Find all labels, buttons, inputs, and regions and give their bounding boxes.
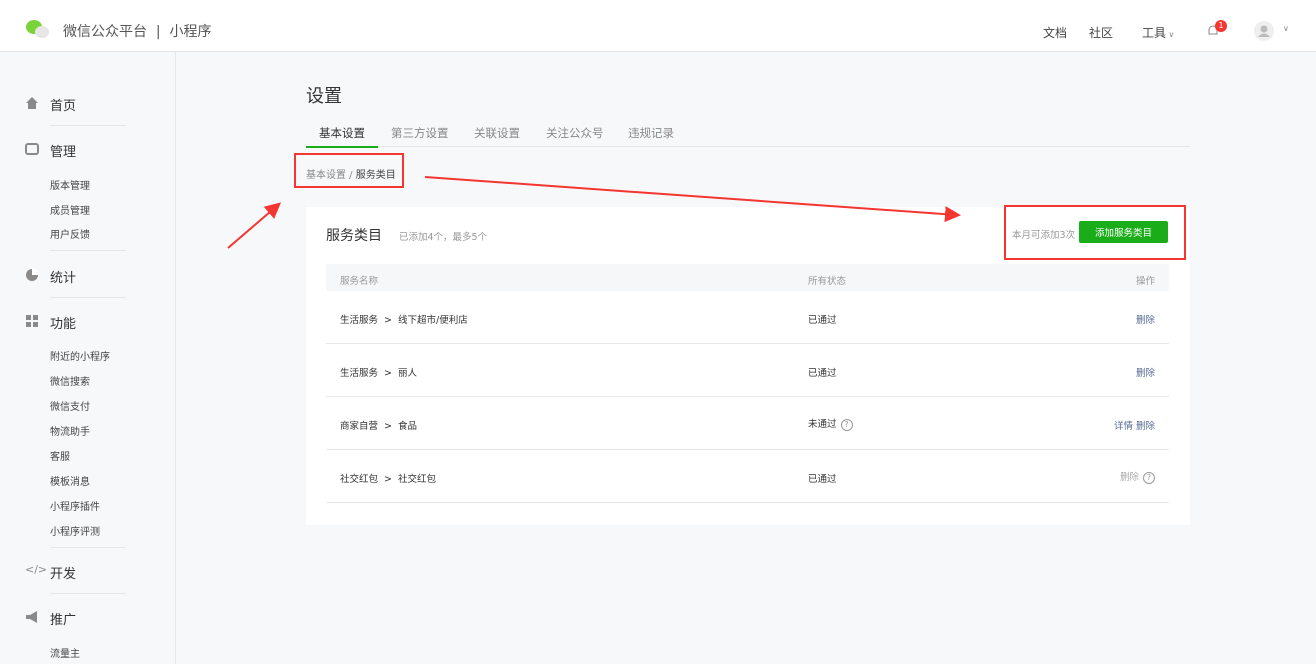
nav-tools[interactable]: 工具 ∨: [1142, 24, 1174, 41]
code-icon: </>: [25, 563, 48, 576]
notification-badge: 1: [1215, 20, 1227, 32]
row-status: 未通过: [808, 419, 837, 430]
nav-docs[interactable]: 文档: [1043, 24, 1067, 41]
sidebar-item-features[interactable]: 功能: [50, 313, 76, 332]
megaphone-icon: [26, 611, 37, 623]
col-name: 服务名称: [340, 276, 379, 287]
chevron-down-icon: ∨: [1166, 30, 1175, 39]
delete-link[interactable]: 删除: [1136, 312, 1155, 326]
delete-link[interactable]: 删除: [1136, 421, 1155, 432]
account-chevron-icon[interactable]: ∨: [1283, 24, 1289, 33]
row-status: 已通过: [808, 368, 837, 379]
divider: [50, 593, 126, 594]
sidebar-item-pay[interactable]: 微信支付: [50, 398, 90, 413]
user-icon: [1258, 25, 1270, 37]
row-status: 已通过: [808, 315, 837, 326]
sidebar-item-versions[interactable]: 版本管理: [50, 177, 90, 192]
arrow-icon: [227, 202, 282, 249]
table-row: 社交红包 > 社交红包 已通过 删除?: [326, 450, 1169, 503]
sidebar-item-manage[interactable]: 管理: [50, 141, 76, 160]
brand-name: 微信公众平台: [63, 24, 147, 40]
inbox-icon: [25, 143, 39, 155]
page-title: 设置: [306, 86, 342, 107]
home-icon: [26, 97, 38, 109]
table-row: 生活服务 > 线下超市/便利店 已通过 删除: [326, 291, 1169, 344]
divider: [50, 547, 126, 548]
row-status-cell: 未通过?: [808, 416, 853, 431]
help-icon[interactable]: ?: [840, 418, 853, 431]
sidebar-item-home[interactable]: 首页: [50, 95, 76, 114]
pie-chart-icon: [26, 268, 39, 281]
brand-separator: |: [155, 24, 161, 40]
sidebar-item-promo[interactable]: 推广: [50, 609, 76, 628]
help-icon[interactable]: ?: [1143, 471, 1155, 484]
delete-link-disabled: 删除: [1119, 472, 1139, 483]
col-actions: 操作: [1135, 276, 1155, 287]
row-category: 生活服务 > 丽人: [340, 368, 418, 379]
card-subtitle: 已添加4个，最多5个: [399, 232, 488, 243]
tab-bar: 基本设置 第三方设置 关联设置 关注公众号 违规记录: [306, 124, 1190, 148]
top-bar: 微信公众平台 | 小程序 文档 社区 工具 ∨ 1 ∨: [0, 0, 1316, 52]
wechat-logo-icon: [26, 20, 49, 38]
sidebar-item-nearby[interactable]: 附近的小程序: [50, 348, 110, 363]
sidebar-item-review[interactable]: 小程序评测: [50, 523, 100, 538]
sidebar-item-logistics[interactable]: 物流助手: [50, 423, 90, 438]
grid-icon: [26, 315, 38, 327]
sidebar-item-search[interactable]: 微信搜索: [50, 373, 90, 388]
tab-violations[interactable]: 违规记录: [628, 125, 674, 141]
row-category: 生活服务 > 线下超市/便利店: [340, 315, 468, 326]
tab-linked[interactable]: 关联设置: [474, 125, 520, 141]
annotation-box-breadcrumb: [294, 153, 404, 188]
sidebar-item-plugins[interactable]: 小程序插件: [50, 498, 100, 513]
table-row: 商家自营 > 食品 未通过? 详情 删除: [326, 397, 1169, 450]
sidebar-item-stats[interactable]: 统计: [50, 267, 76, 286]
nav-tools-label: 工具: [1142, 26, 1167, 40]
nav-community[interactable]: 社区: [1089, 24, 1113, 41]
sidebar-item-dev[interactable]: 开发: [50, 563, 76, 582]
row-actions: 详情 删除: [1114, 418, 1155, 432]
card-title: 服务类目: [326, 228, 382, 244]
annotation-box-add: [1004, 205, 1186, 260]
sidebar-item-members[interactable]: 成员管理: [50, 202, 90, 217]
divider: [50, 250, 126, 251]
table-row: 生活服务 > 丽人 已通过 删除: [326, 344, 1169, 397]
sidebar-item-template[interactable]: 模板消息: [50, 473, 90, 488]
tab-follow[interactable]: 关注公众号: [546, 125, 604, 141]
divider: [50, 125, 126, 126]
row-status: 已通过: [808, 474, 837, 485]
divider: [50, 297, 126, 298]
row-category: 商家自营 > 食品: [340, 421, 418, 432]
brand[interactable]: 微信公众平台 | 小程序: [63, 21, 212, 41]
row-category: 社交红包 > 社交红包: [340, 474, 437, 485]
details-link[interactable]: 详情: [1114, 421, 1133, 432]
sidebar-item-feedback[interactable]: 用户反馈: [50, 226, 90, 241]
product-name: 小程序: [169, 24, 212, 40]
table-header: 服务名称 所有状态 操作: [326, 264, 1169, 291]
sidebar-item-traffic[interactable]: 流量主: [50, 645, 80, 660]
sidebar-item-service[interactable]: 客服: [50, 448, 70, 463]
tab-third-party[interactable]: 第三方设置: [391, 125, 449, 141]
col-status: 所有状态: [808, 276, 847, 287]
avatar[interactable]: [1254, 21, 1274, 41]
row-actions: 删除?: [1120, 469, 1155, 484]
tab-basic[interactable]: 基本设置: [306, 125, 378, 148]
delete-link[interactable]: 删除: [1136, 365, 1155, 379]
